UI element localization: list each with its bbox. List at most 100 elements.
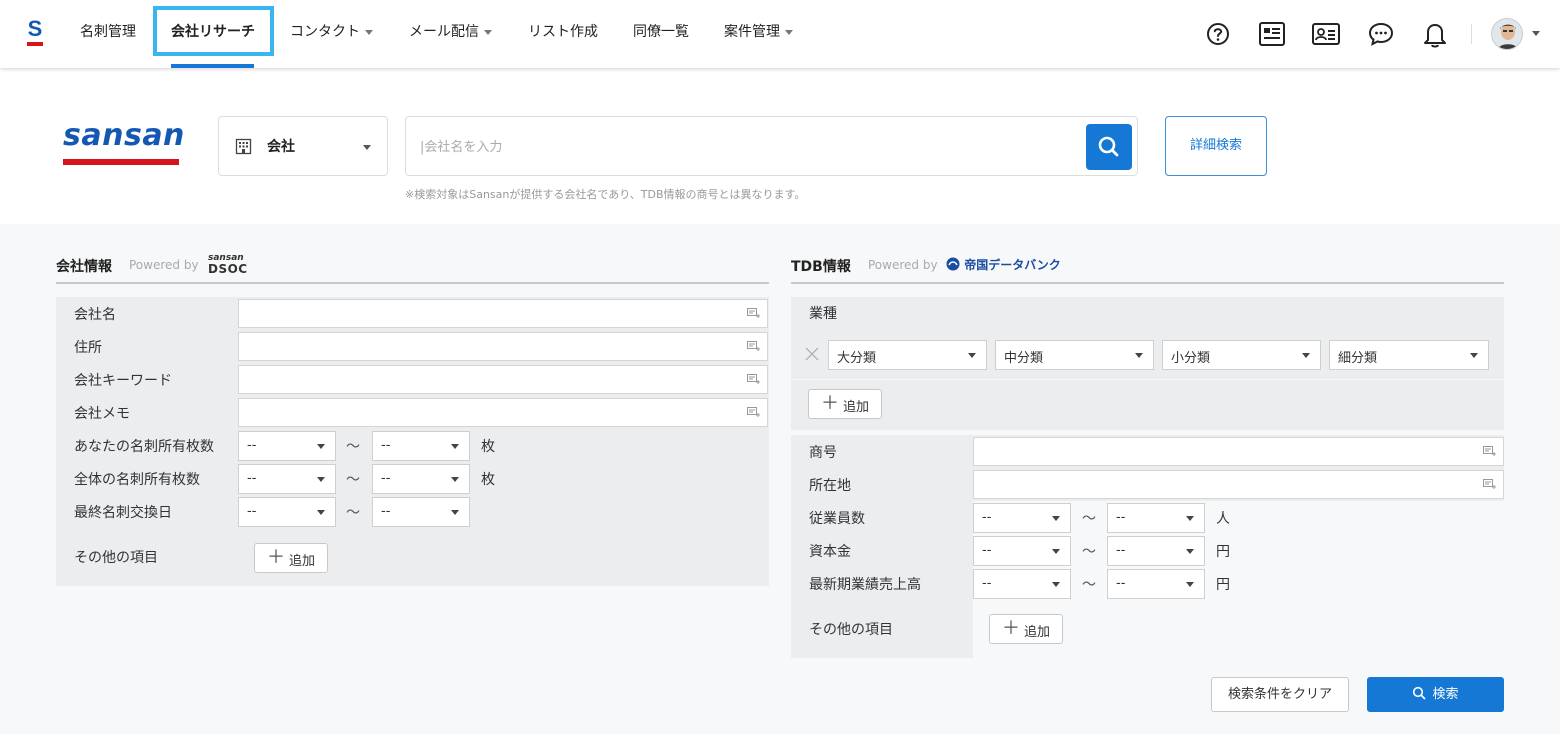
range-separator: 〜 [346,439,360,455]
plus-icon: ＋ [821,393,839,414]
sales-from-select[interactable]: -- [973,569,1071,599]
total-card-count-to-select[interactable]: -- [372,464,470,494]
chevron-down-icon [1052,582,1060,587]
nav-item-contact[interactable]: コンタクト [290,0,373,68]
bell-icon[interactable] [1420,19,1450,49]
nav-item-list-creation[interactable]: リスト作成 [528,0,598,68]
building-icon [235,138,252,155]
field-row-other-items: その他の項目 [791,600,973,658]
active-tab-underline [171,64,254,68]
capital-to-select[interactable]: -- [1107,536,1205,566]
last-exchange-from-select[interactable]: -- [238,497,336,527]
search-note: ※検索対象はSansanが提供する会社名であり、TDB情報の商号とは異なります。 [405,188,806,201]
employees-to-select[interactable]: -- [1107,503,1205,533]
card-picker-icon[interactable] [747,407,761,418]
add-other-item-button[interactable]: ＋ 追加 [989,614,1063,644]
nav-item-company-research[interactable]: 会社リサーチ [171,0,255,68]
powered-by-label: Powered by [129,258,199,272]
tdb-info-header: TDB情報 Powered by 帝国データバンク [791,254,1504,284]
panel-title: TDB情報 [791,259,851,275]
industry-middle-select[interactable]: 中分類 [995,340,1154,370]
card-picker-icon[interactable] [747,308,761,319]
search-type-select[interactable]: 会社 [218,116,388,176]
industry-major-select[interactable]: 大分類 [828,340,987,370]
dsoc-logo: sansan DSOC [208,253,248,276]
chevron-down-icon [968,353,976,358]
trade-name-field[interactable] [973,437,1504,466]
card-picker-icon[interactable] [747,374,761,385]
company-name-field[interactable] [238,299,768,328]
capital-from-select[interactable]: -- [973,536,1071,566]
search-button[interactable] [1086,124,1132,170]
employees-from-select[interactable]: -- [973,503,1071,533]
contact-card-icon[interactable] [1311,19,1341,49]
chevron-down-icon [451,510,459,515]
my-card-count-to-select[interactable]: -- [372,431,470,461]
company-search-box [405,116,1138,176]
help-icon[interactable] [1203,19,1233,49]
clear-conditions-button[interactable]: 検索条件をクリア [1211,677,1349,712]
company-keyword-field[interactable] [238,365,768,394]
chevron-down-icon [365,29,373,35]
chevron-down-icon [1052,516,1060,521]
my-card-count-from-select[interactable]: -- [238,431,336,461]
sansan-s-logo[interactable]: S [27,18,43,48]
powered-by-label: Powered by [868,258,938,272]
chevron-down-icon [363,145,371,150]
range-separator: 〜 [1082,544,1096,560]
industry-minor-select[interactable]: 小分類 [1162,340,1321,370]
brand-letter: S [27,16,43,41]
industry-detail-select[interactable]: 細分類 [1329,340,1489,370]
chevron-down-icon [1302,353,1310,358]
chevron-down-icon [1052,549,1060,554]
company-name-input[interactable] [420,131,1080,163]
chat-icon[interactable] [1366,19,1396,49]
search-band: sansan 会社 ※検索対象はSansanが提供する会社名であり、TDB情報の… [0,68,1560,224]
chevron-down-icon [1135,353,1143,358]
sales-to-select[interactable]: -- [1107,569,1205,599]
panel-title: 会社情報 [56,259,112,275]
add-other-item-button[interactable]: ＋ 追加 [254,543,328,573]
chevron-down-icon [785,29,793,35]
advanced-search-button[interactable]: 詳細検索 [1165,116,1267,176]
chevron-down-icon [317,510,325,515]
company-info-header: 会社情報 Powered by sansan DSOC [56,254,769,284]
submit-search-button[interactable]: 検索 [1367,677,1504,712]
avatar-image [1492,19,1522,49]
search-icon [1413,686,1426,700]
teikoku-databank-logo: 帝国データバンク [946,256,1061,272]
nav-item-colleagues[interactable]: 同僚一覧 [633,0,689,68]
user-avatar[interactable] [1491,18,1523,50]
chevron-down-icon [484,29,492,35]
card-picker-icon[interactable] [1483,479,1497,490]
add-industry-button[interactable]: ＋ 追加 [808,389,882,419]
industry-add-row [791,380,1504,430]
nav-item-mail-delivery[interactable]: メール配信 [409,0,492,68]
plus-icon: ＋ [267,547,285,568]
card-picker-icon[interactable] [747,341,761,352]
nav-item-deal-management[interactable]: 案件管理 [724,0,793,68]
total-card-count-from-select[interactable]: -- [238,464,336,494]
unit-label: 円 [1216,544,1230,560]
last-exchange-to-select[interactable]: -- [372,497,470,527]
chevron-down-icon [1186,549,1194,554]
unit-label: 人 [1216,511,1230,527]
chevron-down-icon [1186,516,1194,521]
company-memo-field[interactable] [238,398,768,427]
remove-icon[interactable] [805,347,819,361]
search-icon [1098,136,1119,157]
news-icon[interactable] [1257,19,1287,49]
card-picker-icon[interactable] [1483,446,1497,457]
range-separator: 〜 [1082,577,1096,593]
chevron-down-icon [1186,582,1194,587]
location-field[interactable] [973,470,1504,499]
chevron-down-icon [1470,353,1478,358]
chevron-down-icon[interactable] [1532,31,1540,36]
address-field[interactable] [238,332,768,361]
tdb-mark-icon [946,257,960,271]
nav-item-card-management[interactable]: 名刺管理 [80,0,136,68]
unit-label: 枚 [481,472,495,488]
top-navigation: S 名刺管理 会社リサーチ コンタクト メール配信 リスト作成 同僚一覧 案件管… [0,0,1560,68]
plus-icon: ＋ [1002,618,1020,639]
sansan-logo[interactable]: sansan [63,121,184,165]
